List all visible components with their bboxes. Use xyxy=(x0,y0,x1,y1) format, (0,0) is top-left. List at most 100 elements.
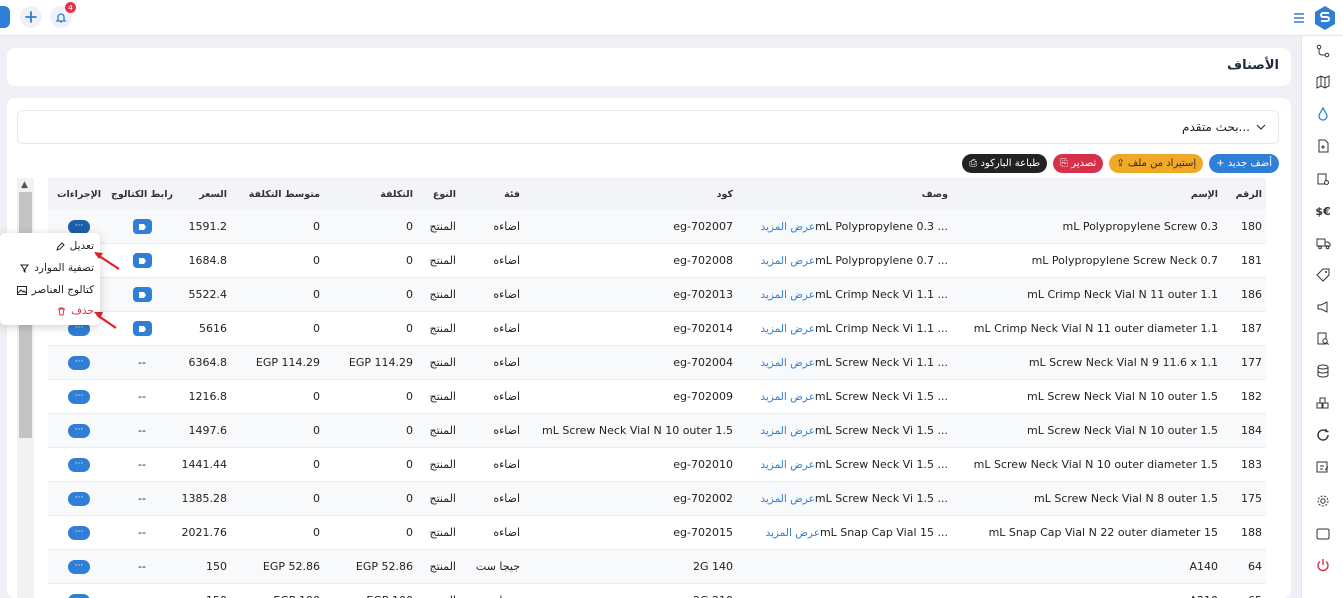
show-more-link[interactable]: عرض المزيد xyxy=(760,289,815,301)
sidebar-item-logout[interactable] xyxy=(1314,556,1332,574)
cell-category: اضاءه xyxy=(493,458,520,471)
toolbar: + أضف جديد ⇪ إستيراد من ملف ⎘ تصدير ⎙ طب… xyxy=(962,154,1279,173)
cell-name: mL Snap Cap Vial N 22 outer diameter 15 xyxy=(988,526,1218,539)
sidebar-item-history[interactable] xyxy=(1314,426,1332,444)
cell-type: المنتج xyxy=(429,288,456,301)
cell-num: 64 xyxy=(1248,560,1262,573)
catalog-link-button[interactable] xyxy=(132,253,152,268)
col-cost[interactable]: التكلفة xyxy=(333,178,413,210)
sidebar-item-reports[interactable] xyxy=(1314,458,1332,476)
row-actions-button[interactable]: ··· xyxy=(68,355,90,370)
import-file-button[interactable]: ⇪ إستيراد من ملف xyxy=(1109,154,1204,173)
catalog-link-button[interactable] xyxy=(132,219,152,234)
catalog-empty: -- xyxy=(138,594,146,598)
table-header: الرقم الإسم وصف كود فئة النوع التكلفة مت… xyxy=(48,178,1266,210)
cell-code: eg-702008 xyxy=(673,254,733,267)
row-actions-button[interactable]: ··· xyxy=(68,525,90,540)
cell-catalog-link: -- xyxy=(107,448,177,481)
cell-desc: عرض المزيد mL Screw Neck Vi 1.5 ... xyxy=(733,448,948,481)
col-num[interactable]: الرقم xyxy=(1222,178,1262,210)
sidebar-item-settings-doc[interactable] xyxy=(1314,170,1332,188)
print-barcode-button[interactable]: ⎙ طباعة الباركود xyxy=(962,154,1048,173)
report-edit-icon xyxy=(1316,461,1329,473)
table-row: 65A2102G 210جيجا ستالمنتجEGP 100EGP 1001… xyxy=(48,584,1266,598)
show-more-link[interactable]: عرض المزيد xyxy=(765,527,820,539)
map-icon xyxy=(1316,75,1330,89)
col-avg-cost[interactable]: متوسط التكلفة xyxy=(230,178,320,210)
show-more-link[interactable]: عرض المزيد xyxy=(760,391,815,403)
row-actions-button[interactable]: ··· xyxy=(68,423,90,438)
cell-cost: 0 xyxy=(406,526,413,539)
cell-catalog-link: -- xyxy=(107,414,177,447)
sidebar-item-settings[interactable] xyxy=(1314,492,1332,510)
advanced-search[interactable]: بحث متقدم... xyxy=(17,110,1279,144)
show-more-link[interactable]: عرض المزيد xyxy=(761,221,816,233)
cell-desc xyxy=(733,584,948,598)
cell-avg-cost: 0 xyxy=(313,288,320,301)
col-name[interactable]: الإسم xyxy=(1098,178,1218,210)
cell-code: 2G 140 xyxy=(692,560,733,573)
show-more-link[interactable]: عرض المزيد xyxy=(761,255,816,267)
scroll-up-icon[interactable]: ▲ xyxy=(21,180,28,190)
show-more-link[interactable]: عرض المزيد xyxy=(760,493,815,505)
cell-code: eg-702013 xyxy=(673,288,733,301)
cell-avg-cost: EGP 114.29 xyxy=(255,356,320,369)
sidebar-item-database[interactable] xyxy=(1314,362,1332,380)
cell-name: mL Screw Neck Vial N 10 outer 1.5 xyxy=(1027,390,1218,403)
col-actions[interactable]: الإجراءات xyxy=(51,178,107,210)
sidebar-item-tags[interactable] xyxy=(1314,266,1332,284)
row-actions-button[interactable]: ··· xyxy=(68,491,90,506)
notifications-button[interactable]: 4 xyxy=(50,2,76,28)
row-actions-button[interactable]: ··· xyxy=(68,389,90,404)
sidebar-item-currency[interactable]: $€ xyxy=(1314,202,1332,220)
show-more-link[interactable]: عرض المزيد xyxy=(760,425,815,437)
show-more-link[interactable]: عرض المزيد xyxy=(760,459,815,471)
sidebar-item-items[interactable] xyxy=(1314,105,1332,123)
cell-desc: عرض المزيد mL Screw Neck Vi 1.5 ... xyxy=(733,414,948,447)
sidebar-item-map[interactable] xyxy=(1314,73,1332,91)
col-catalog-link[interactable]: رابط الكتالوج xyxy=(107,178,177,210)
page-title: الأصناف xyxy=(1227,58,1279,73)
sidebar-item-marketing[interactable] xyxy=(1314,298,1332,316)
menu-item-filter-resources[interactable]: تصفية الموارد xyxy=(20,262,94,274)
table-row: 188 mL Snap Cap Vial N 22 outer diameter … xyxy=(48,516,1266,550)
cell-catalog-link xyxy=(107,278,177,311)
sidebar-item-flow[interactable] xyxy=(1314,42,1332,60)
cell-desc xyxy=(733,550,948,583)
export-button[interactable]: ⎘ تصدير xyxy=(1053,154,1104,173)
sidebar-item-shipping[interactable] xyxy=(1314,234,1332,252)
collapsed-logo[interactable] xyxy=(0,6,10,28)
sidebar-item-invoice[interactable] xyxy=(1314,137,1332,155)
col-desc[interactable]: وصف xyxy=(888,178,948,210)
cell-num: 182 xyxy=(1241,390,1262,403)
menu-item-items-catalog[interactable]: كتالوج العناصر xyxy=(16,284,94,296)
menu-item-edit[interactable]: تعديل xyxy=(55,240,94,252)
menu-icon[interactable] xyxy=(1293,13,1305,23)
cell-desc: عرض المزيد mL Screw Neck Vi 1.5 ... xyxy=(733,482,948,515)
sidebar-item-search-docs[interactable] xyxy=(1314,330,1332,348)
cell-code: eg-702015 xyxy=(673,526,733,539)
cell-type: المنتج xyxy=(416,584,456,598)
add-button[interactable] xyxy=(20,6,42,28)
catalog-link-button[interactable] xyxy=(132,287,152,302)
show-more-link[interactable]: عرض المزيد xyxy=(760,323,815,335)
row-actions-button[interactable]: ··· xyxy=(68,457,90,472)
sidebar-item-boxes[interactable] xyxy=(1314,394,1332,412)
row-actions-button[interactable]: ··· xyxy=(68,593,90,598)
cell-desc-text: mL Screw Neck Vi 1.5 ... xyxy=(814,492,948,505)
col-price[interactable]: السعر xyxy=(177,178,227,210)
add-new-button[interactable]: + أضف جديد xyxy=(1209,154,1279,173)
row-actions-button[interactable]: ··· xyxy=(68,219,90,234)
table-row: 177 mL Screw Neck Vial N 9 11.6 x 1.1 عرض … xyxy=(48,346,1266,380)
row-actions-button[interactable]: ··· xyxy=(68,559,90,574)
col-code[interactable]: كود xyxy=(673,178,733,210)
col-category[interactable]: فئة xyxy=(460,178,520,210)
show-more-link[interactable]: عرض المزيد xyxy=(760,357,815,369)
sidebar-item-window[interactable] xyxy=(1314,525,1332,543)
menu-item-delete[interactable]: حذف xyxy=(57,305,94,317)
cell-desc-text: mL Screw Neck Vi 1.5 ... xyxy=(814,458,948,471)
catalog-link-button[interactable] xyxy=(132,321,152,336)
cell-category: اضاءه xyxy=(493,254,520,267)
cell-desc-text: mL Polypropylene 0.7 ... xyxy=(815,254,948,267)
cell-type: المنتج xyxy=(429,322,456,335)
